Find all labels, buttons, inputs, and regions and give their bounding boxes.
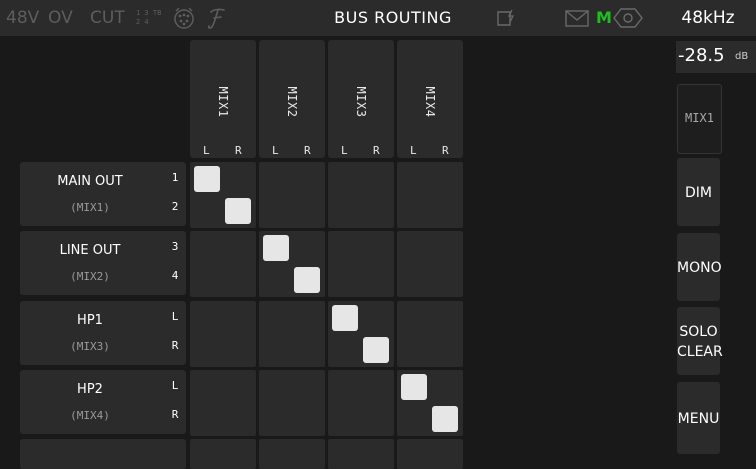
effects-icon[interactable] [206,4,226,32]
clear-label: CLEAR [677,344,723,360]
column-header-mix3: MIX3 L R [328,40,394,158]
routing-cell[interactable] [259,370,325,436]
row-source-mix: (MIX4) [70,409,110,422]
column-left-label: L [410,144,417,157]
route-on-left-chip[interactable] [332,305,358,331]
dim-button[interactable]: DIM [677,158,720,226]
route-on-left-chip[interactable] [194,166,220,192]
column-right-label: R [235,144,242,157]
column-right-label: R [373,144,380,157]
routing-cell[interactable] [328,370,394,436]
routing-cell[interactable] [397,231,463,297]
route-on-left-chip[interactable] [263,235,289,261]
routing-cell[interactable] [397,439,463,469]
route-on-right-chip[interactable] [294,267,320,293]
routing-cell[interactable] [259,301,325,367]
row-source-mix: (MIX3) [70,340,110,353]
column-right-label: R [442,144,449,157]
column-header-mix1: MIX1 L R [190,40,256,158]
routing-cell[interactable] [190,231,256,297]
page-title: BUS ROUTING [334,8,452,27]
mono-button[interactable]: MONO [677,233,722,301]
solo-label: SOLO [679,324,718,340]
route-on-right-chip[interactable] [225,198,251,224]
storage-card-icon[interactable] [496,9,516,27]
dim-label: DIM [685,185,712,201]
solo-clear-button[interactable]: SOLO CLEAR [677,307,723,375]
row-channel-2: R [171,339,179,352]
low-cut-channels-bottom: 2 4 [136,18,149,26]
row-output-name: MAIN OUT [57,174,123,189]
routing-cell[interactable] [190,439,256,469]
column-mix-name: MIX4 [423,86,437,118]
routing-cell[interactable] [259,439,325,469]
phantom-power-indicator[interactable]: 48V [6,0,39,36]
row-channel-1: L [171,379,179,392]
route-on-right-chip[interactable] [363,337,389,363]
row-header-line-out[interactable]: LINE OUT (MIX2) 3 4 [20,231,186,295]
row-channel-2: R [171,408,179,421]
row-output-name: HP1 [77,313,103,328]
column-left-label: L [341,144,348,157]
menu-label: MENU [677,411,720,427]
routing-cell[interactable] [328,439,394,469]
route-on-right-chip[interactable] [432,406,458,432]
column-header-mix4: MIX4 L R [397,40,463,158]
route-on-left-chip[interactable] [401,374,427,400]
column-right-label: R [304,144,311,157]
column-mix-name: MIX1 [216,86,230,118]
envelope-icon[interactable] [565,10,589,27]
low-cut-channels-top: 1 3 TB [136,9,162,17]
column-header-mix2: MIX2 L R [259,40,325,158]
row-header-hp1[interactable]: HP1 (MIX3) L R [20,301,186,365]
selected-mix-label: MIX1 [685,111,714,125]
row-channel-2: 4 [171,269,179,282]
routing-cell[interactable] [259,162,325,228]
row-channel-2: 2 [171,200,179,213]
routing-cell[interactable] [190,370,256,436]
selected-mix-button[interactable]: MIX1 [677,84,722,154]
mute-monitor-indicator[interactable]: M [596,0,612,36]
level-unit: dB [735,51,749,62]
row-channel-1: L [171,310,179,323]
column-mix-name: MIX2 [285,86,299,118]
level-readout: -28.5 dB [676,41,756,73]
settings-gear-icon[interactable] [612,7,644,29]
column-left-label: L [203,144,210,157]
routing-cell[interactable] [397,301,463,367]
row-source-mix: (MIX1) [70,201,110,214]
row-output-name: LINE OUT [59,243,121,258]
low-cut-indicator[interactable]: CUT [90,0,125,36]
low-cut-channels: 1 3 TB 2 4 [136,9,161,27]
mono-label: MONO [677,260,722,276]
routing-cell[interactable] [397,162,463,228]
column-mix-name: MIX3 [354,86,368,118]
routing-cell[interactable] [190,301,256,367]
row-channel-1: 1 [171,171,179,184]
menu-button[interactable]: MENU [677,382,720,454]
top-status-bar: 48V OV CUT 1 3 TB 2 4 BUS ROUTING M 48kH… [0,0,756,36]
routing-cell[interactable] [328,231,394,297]
row-header-main-out[interactable]: MAIN OUT (MIX1) 1 2 [20,162,186,226]
routing-cell[interactable] [328,162,394,228]
row-source-mix: (MIX2) [70,270,110,283]
row-output-name: HP2 [77,382,103,397]
offset-indicator[interactable]: OV [48,0,73,36]
row-header-partial[interactable] [20,439,186,469]
talkback-mic-icon[interactable] [171,6,197,30]
sample-rate-label: 48kHz [681,8,735,28]
row-channel-1: 3 [171,240,179,253]
column-left-label: L [272,144,279,157]
level-value: -28.5 [678,45,725,66]
row-header-hp2[interactable]: HP2 (MIX4) L R [20,370,186,434]
